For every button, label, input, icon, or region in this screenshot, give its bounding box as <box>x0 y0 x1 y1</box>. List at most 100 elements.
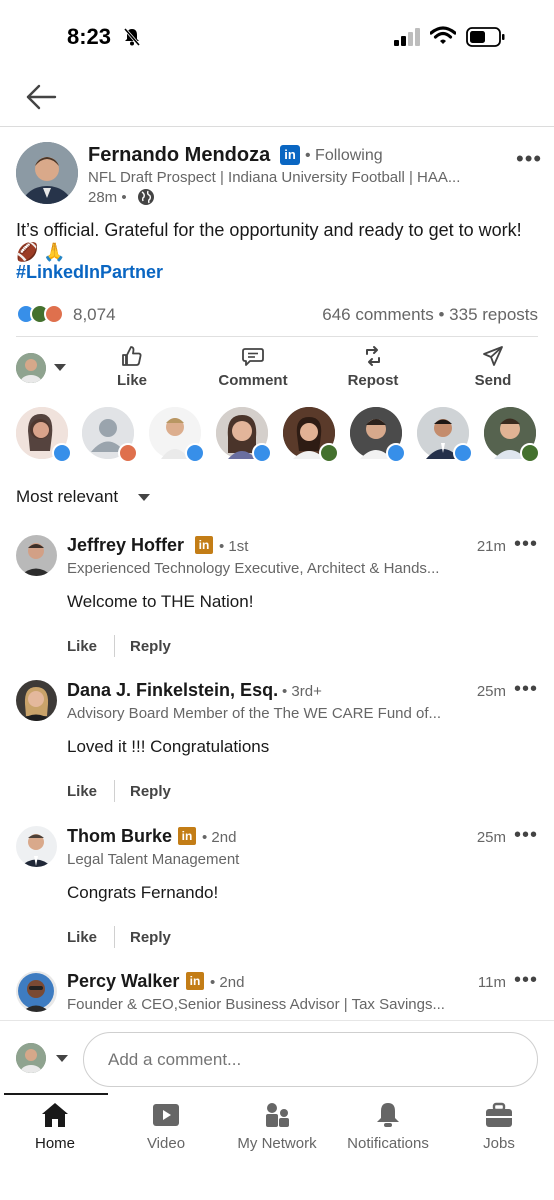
comment-time: 11m <box>477 974 506 991</box>
nav-home-label: Home <box>34 1135 75 1152</box>
like-label: Like <box>116 372 147 389</box>
nav-notifications-label: Notifications <box>347 1135 429 1152</box>
reactors-row[interactable] <box>0 407 554 463</box>
comment-time: 21m <box>476 538 506 555</box>
commenter-name[interactable]: Percy Walker <box>67 971 179 992</box>
actor-switch-caret-icon[interactable] <box>54 364 66 371</box>
reactor-avatar[interactable] <box>350 407 406 463</box>
linkedin-badge-icon: in <box>280 145 300 165</box>
nav-notifications[interactable]: Notifications <box>333 1101 443 1152</box>
signal-icon <box>394 28 420 46</box>
comment-more-icon[interactable]: ••• <box>514 824 538 847</box>
send-label: Send <box>474 372 512 389</box>
commenter-name[interactable]: Dana J. Finkelstein, Esq. <box>67 680 278 701</box>
like-reaction-icon <box>185 443 205 463</box>
reactor-avatar[interactable] <box>149 407 205 463</box>
premium-badge-icon: in <box>186 972 204 990</box>
comment-reply-button[interactable]: Reply <box>130 929 171 946</box>
reactor-avatar[interactable] <box>484 407 540 463</box>
silent-bell-icon <box>123 28 141 46</box>
sort-dropdown[interactable]: Most relevant <box>16 487 118 507</box>
nav-home[interactable]: Home <box>0 1101 110 1152</box>
back-arrow-icon[interactable] <box>24 82 58 112</box>
repost-icon <box>366 346 380 366</box>
commenter-avatar[interactable] <box>16 971 57 1012</box>
repost-button[interactable]: Repost <box>340 344 406 389</box>
like-reaction-icon <box>386 443 406 463</box>
commenter-avatar[interactable] <box>16 535 57 576</box>
connection-degree: • 2nd <box>202 829 237 846</box>
comment-like-button[interactable]: Like <box>67 929 97 946</box>
commenter-headline: Founder & CEO,Senior Business Advisor | … <box>67 996 445 1013</box>
love-reaction-icon <box>118 443 138 463</box>
repost-label: Repost <box>347 372 399 389</box>
send-button[interactable]: Send <box>466 344 520 389</box>
connection-degree: • 1st <box>219 538 249 555</box>
reaction-icons[interactable] <box>16 304 68 324</box>
following-status: • Following <box>305 147 383 164</box>
celebrate-reaction-icon <box>520 443 540 463</box>
nav-my-network[interactable]: My Network <box>222 1101 332 1152</box>
status-time: 8:23 <box>67 24 112 49</box>
comment-text: Congrats Fernando! <box>67 883 219 902</box>
nav-jobs[interactable]: Jobs <box>444 1101 554 1152</box>
comment-button[interactable]: Comment <box>212 344 294 389</box>
like-icon <box>122 346 142 366</box>
globe-icon <box>138 189 154 205</box>
reaction-count[interactable]: 8,074 <box>73 305 116 325</box>
bottom-nav: Home Video My Network Notifications Jobs <box>0 1093 554 1200</box>
like-button[interactable]: Like <box>102 344 162 389</box>
nav-jobs-label: Jobs <box>483 1135 515 1152</box>
reactor-avatar[interactable] <box>216 407 272 463</box>
comment-more-icon[interactable]: ••• <box>514 533 538 556</box>
send-icon <box>483 346 503 366</box>
commenter-name[interactable]: Jeffrey Hoffer <box>67 535 184 556</box>
comment-like-button[interactable]: Like <box>67 783 97 800</box>
author-name[interactable]: Fernando Mendoza <box>88 144 270 167</box>
actor-avatar[interactable] <box>16 1043 46 1073</box>
divider <box>114 635 115 657</box>
commenter-avatar[interactable] <box>16 826 57 867</box>
battery-icon <box>466 27 505 47</box>
divider <box>114 926 115 948</box>
actor-avatar[interactable] <box>16 353 46 383</box>
comment-label: Comment <box>218 372 288 389</box>
commenter-name[interactable]: Thom Burke <box>67 826 172 847</box>
comment-more-icon[interactable]: ••• <box>514 678 538 701</box>
post-time: 28m • <box>88 189 127 206</box>
home-icon <box>42 1103 68 1127</box>
reactor-avatar[interactable] <box>82 407 138 463</box>
comment-icon <box>242 348 264 366</box>
premium-badge-icon: in <box>195 536 213 554</box>
commenter-headline: Legal Talent Management <box>67 851 240 868</box>
comment-text: Loved it !!! Congratulations <box>67 737 270 756</box>
post-more-icon[interactable]: ••• <box>516 146 542 172</box>
nav-video-label: Video <box>146 1135 186 1152</box>
actor-switch-caret-icon[interactable] <box>56 1055 68 1062</box>
premium-badge-icon: in <box>178 827 196 845</box>
comments-reposts-count[interactable]: 646 comments • 335 reposts <box>322 305 538 325</box>
commenter-headline: Advisory Board Member of the The WE CARE… <box>67 705 442 722</box>
reactor-avatar[interactable] <box>283 407 339 463</box>
reactor-avatar[interactable] <box>417 407 473 463</box>
comment-reply-button[interactable]: Reply <box>130 638 171 655</box>
action-bar: Like Comment Repost Send <box>0 344 554 396</box>
connection-degree: • 3rd+ <box>282 683 322 700</box>
reactor-avatar[interactable] <box>16 407 72 463</box>
chevron-down-icon[interactable] <box>138 494 150 501</box>
like-reaction-icon <box>453 443 473 463</box>
like-reaction-icon <box>52 443 72 463</box>
comment-like-button[interactable]: Like <box>67 638 97 655</box>
hashtag-link[interactable]: #LinkedInPartner <box>16 262 163 283</box>
top-bar <box>0 70 554 127</box>
divider <box>114 780 115 802</box>
author-avatar[interactable] <box>16 142 78 204</box>
comment-more-icon[interactable]: ••• <box>514 969 538 992</box>
post-text: It’s official. Grateful for the opportun… <box>16 220 522 262</box>
commenter-avatar[interactable] <box>16 680 57 721</box>
divider <box>16 336 538 337</box>
comment-reply-button[interactable]: Reply <box>130 783 171 800</box>
comment-input[interactable] <box>83 1032 538 1087</box>
briefcase-icon <box>486 1102 512 1127</box>
nav-video[interactable]: Video <box>111 1101 221 1152</box>
